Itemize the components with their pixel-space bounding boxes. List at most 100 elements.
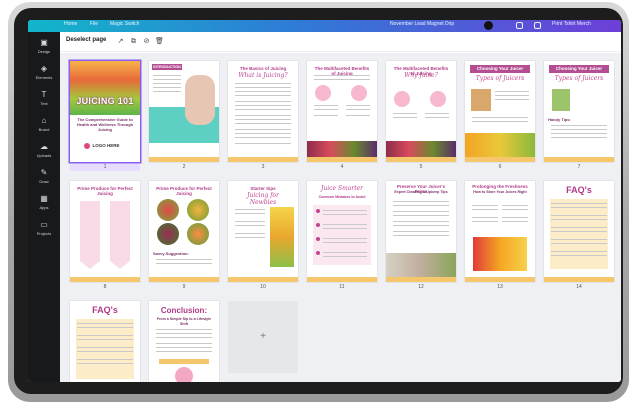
text-line [393, 211, 449, 213]
page-number: 2 [182, 164, 186, 170]
text-line [156, 263, 212, 265]
page-number: 11 [339, 284, 345, 290]
text-line [393, 225, 449, 227]
text-line [156, 343, 212, 345]
text-line [77, 347, 133, 349]
page-thumbnail-16[interactable]: Conclusion: From a Simple Sip to a Lifes… [149, 301, 219, 382]
sidebar-item-label: Draw [39, 179, 49, 184]
text-line [235, 91, 291, 93]
sidebar-item-apps[interactable]: ▦ Apps [28, 192, 60, 218]
deselect-page-button[interactable]: Deselect page [66, 37, 106, 43]
page-subtitle: Why Juice? [404, 72, 438, 79]
text-line [235, 143, 291, 145]
page-thumbnail-14[interactable]: FAQ's [544, 181, 614, 282]
text-line [502, 217, 528, 219]
juice-glass-photo [552, 89, 570, 111]
hide-icon[interactable]: ⊘ [142, 37, 151, 46]
text-line [77, 323, 133, 325]
add-page-button[interactable]: + [228, 301, 298, 373]
page-thumbnail-10[interactable]: Starter Sips Juicing for Newbies [228, 181, 298, 282]
page-thumbnail-15[interactable]: FAQ's [70, 301, 140, 382]
text-line [314, 75, 370, 77]
text-line [77, 363, 133, 365]
text-line [156, 329, 212, 331]
duplicate-icon[interactable]: ⧉ [129, 37, 138, 46]
page-title: FAQ's [92, 305, 118, 315]
page-thumbnail-12[interactable]: Preserve Your Juicer's Prime Expert Clea… [386, 181, 456, 282]
text-line [551, 243, 607, 245]
chart-icon[interactable] [516, 22, 523, 29]
savvy-suggestion-heading: Savvy Suggestion: [153, 251, 189, 256]
sidebar-item-elements[interactable]: ◈ Elements [28, 62, 60, 88]
avatar[interactable] [484, 21, 493, 30]
text-line [235, 233, 265, 235]
text-line [153, 75, 181, 77]
sidebar-item-brand[interactable]: ⌂ Brand [28, 114, 60, 140]
page-subtitle: How to Store Your Juices Right [473, 190, 527, 194]
page-thumbnail-3[interactable]: The Basics of Juicing What is Juicing? [228, 61, 298, 162]
sidebar-item-uploads[interactable]: ☁ Uploads [28, 140, 60, 166]
left-sidebar: ▣ Design ◈ Elements T Text ⌂ Brand ☁ Upl… [28, 32, 60, 382]
page-title: Starter Sips [250, 186, 276, 191]
text-line [551, 133, 607, 135]
page-number: 10 [260, 284, 266, 290]
screen: Home File Magic Switch November Lead Mag… [28, 20, 621, 382]
screen-bezel: Home File Magic Switch November Lead Mag… [14, 8, 623, 394]
share-icon[interactable]: ↗ [116, 37, 125, 46]
text-line [323, 256, 367, 258]
footer-bar [465, 157, 535, 162]
cover-title: JUICING 101 [76, 96, 134, 106]
sidebar-item-design[interactable]: ▣ Design [28, 36, 60, 62]
cta-strip [159, 359, 209, 364]
sidebar-item-draw[interactable]: ✎ Draw [28, 166, 60, 192]
draw-icon: ✎ [40, 168, 48, 177]
text-line [156, 347, 212, 349]
menu-home[interactable]: Home [64, 21, 77, 27]
page-thumbnail-6[interactable]: Choosing Your Juicer Types of Juicers [465, 61, 535, 162]
page-thumbnail-8[interactable]: Prime Produce for Perfect Juicing [70, 181, 140, 282]
text-line [156, 333, 212, 335]
handy-tips-heading: Handy Tips: [548, 117, 571, 122]
comment-icon[interactable] [534, 22, 541, 29]
footer-bar [386, 157, 456, 162]
page-thumbnail-11[interactable]: Juice Smarter Common Mistakes to Avoid [307, 181, 377, 282]
page-title: Choosing Your Juicer [555, 66, 603, 71]
document-title[interactable]: November Lead Magnet Drip [390, 21, 454, 27]
text-line [235, 209, 265, 211]
footer-bar [228, 277, 298, 282]
page-number: 12 [418, 284, 424, 290]
print-merch-button[interactable]: Print Tshirt Merch [552, 21, 591, 27]
menu-magic-switch[interactable]: Magic Switch [110, 21, 139, 27]
sidebar-item-text[interactable]: T Text [28, 88, 60, 114]
text-line [156, 259, 212, 261]
juice-photo [70, 61, 140, 115]
page-title: Prime Produce for Perfect Juicing [77, 186, 133, 196]
fruit-photo [351, 85, 367, 101]
bullet-icon [316, 223, 320, 227]
text-line [314, 79, 370, 81]
text-line [551, 215, 607, 217]
page-thumbnail-2[interactable]: INTRODUCTION [149, 61, 219, 162]
faq-panel [550, 199, 608, 269]
text-line [153, 83, 181, 85]
page-thumbnail-4[interactable]: The Multifaceted Benefits of Juicing [307, 61, 377, 162]
page-thumbnail-13[interactable]: Prolonging the Freshness How to Store Yo… [465, 181, 535, 282]
produce-photo [187, 199, 209, 221]
menu-file[interactable]: File [90, 21, 98, 27]
text-line [472, 221, 498, 223]
text-icon: T [41, 90, 47, 99]
page-thumbnail-5[interactable]: The Multifaceted Benefits of Juicing Why… [386, 61, 456, 162]
page-title: Choosing Your Juicer [476, 66, 524, 71]
text-line [153, 87, 181, 89]
berries-photo [307, 141, 377, 157]
sidebar-item-label: Apps [39, 205, 49, 210]
trash-icon[interactable]: 🗑 [155, 37, 164, 46]
page-number: 7 [577, 164, 581, 170]
page-subtitle: Common Mistakes to Avoid [318, 195, 366, 199]
bullet-icon [316, 251, 320, 255]
sidebar-item-projects[interactable]: ▭ Projects [28, 218, 60, 244]
page-thumbnail-9[interactable]: Prime Produce for Perfect Juicing Savvy … [149, 181, 219, 282]
page-thumbnail-7[interactable]: Choosing Your Juicer Types of Juicers Ha… [544, 61, 614, 162]
page-thumbnail-1[interactable]: JUICING 101 The Comprehensive Guide to H… [70, 61, 140, 162]
text-line [235, 119, 291, 121]
